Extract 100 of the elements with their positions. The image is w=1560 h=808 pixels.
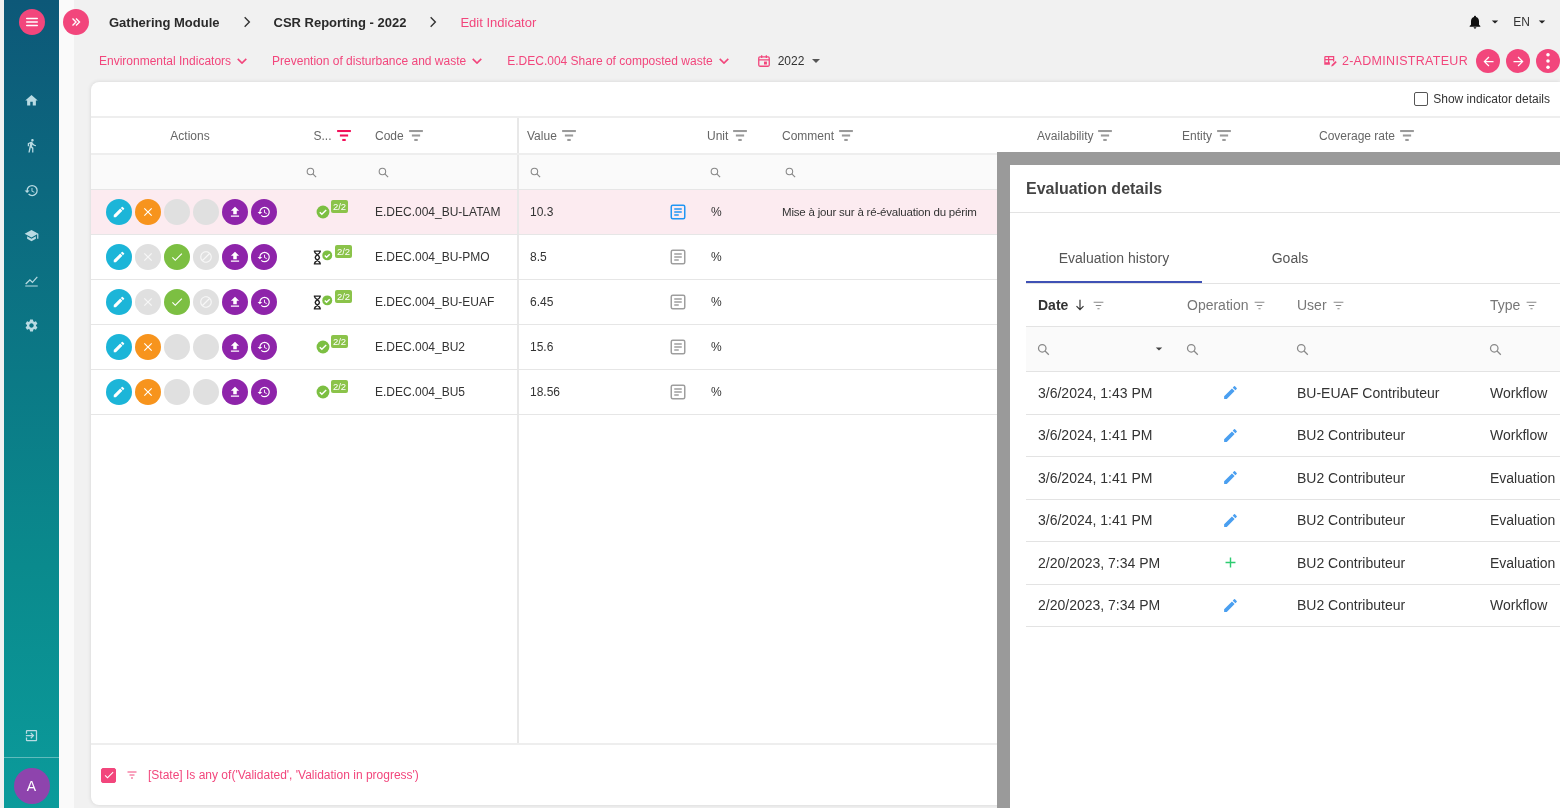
history-button[interactable] [251, 199, 277, 225]
history-button[interactable] [251, 244, 277, 270]
history-button[interactable] [251, 379, 277, 405]
home-icon[interactable] [24, 93, 39, 108]
filter-dropdown[interactable]: E.DEC.004 Share of composted waste [507, 54, 729, 68]
caret-icon[interactable] [1538, 18, 1546, 26]
note-icon[interactable] [669, 203, 687, 221]
pencil-icon [1221, 384, 1239, 402]
note-icon[interactable] [669, 293, 687, 311]
edit-button[interactable] [106, 289, 132, 315]
filter-icon[interactable] [336, 130, 351, 141]
column-header[interactable]: Comment [782, 128, 834, 143]
edit-button[interactable] [106, 244, 132, 270]
checkbox-label[interactable]: Show indicator details [1433, 92, 1550, 106]
edit-button[interactable] [106, 199, 132, 225]
note-icon[interactable] [669, 338, 687, 356]
role-button[interactable]: 2-ADMINISTRATEUR [1322, 53, 1468, 69]
breadcrumb-link[interactable]: CSR Reporting - 2022 [273, 14, 407, 30]
table-cell: % [711, 385, 722, 399]
table-cell: BU2 Contributeur [1297, 554, 1406, 571]
search-icon [377, 165, 390, 179]
reject-button[interactable] [135, 199, 161, 225]
column-header[interactable]: User [1297, 297, 1327, 313]
tab[interactable]: Goals [1202, 235, 1378, 283]
language-selector[interactable]: EN [1513, 15, 1530, 29]
column-header[interactable]: Actions [170, 128, 210, 143]
chevron-down-icon [237, 58, 248, 64]
history-button[interactable] [251, 334, 277, 360]
reject-button[interactable] [135, 379, 161, 405]
upload-button[interactable] [222, 379, 248, 405]
note-icon[interactable] [669, 248, 687, 266]
upload-icon [228, 340, 242, 354]
close-icon [141, 205, 155, 219]
column-header[interactable]: Type [1490, 297, 1521, 313]
column-header[interactable]: Unit [707, 128, 729, 143]
table-cell: Evaluation [1490, 469, 1556, 486]
more-button[interactable] [1536, 49, 1560, 73]
column-header[interactable]: Value [527, 128, 557, 143]
history-button[interactable] [251, 289, 277, 315]
table-cell: Workflow [1490, 384, 1548, 401]
table-cell: % [711, 340, 722, 354]
checkbox[interactable] [1414, 92, 1429, 106]
table-edit-icon [1322, 53, 1338, 69]
history-icon [257, 295, 271, 309]
note-icon[interactable] [669, 383, 687, 401]
next-button[interactable] [1506, 49, 1530, 73]
filter-icon[interactable] [1098, 130, 1113, 141]
settings-icon[interactable] [24, 318, 39, 333]
chevron-down-icon [718, 58, 729, 64]
filter-icon[interactable] [1400, 130, 1415, 141]
upload-button[interactable] [222, 244, 248, 270]
pencil-icon [1221, 426, 1239, 444]
tab[interactable]: Evaluation history [1026, 235, 1202, 283]
filter-icon[interactable] [408, 130, 423, 141]
table-cell: Workflow [1490, 597, 1548, 614]
filter-icon[interactable] [561, 130, 576, 141]
search-icon [1036, 341, 1051, 357]
validate-button[interactable] [164, 289, 190, 315]
graduation-cap-icon[interactable] [24, 228, 39, 243]
reject-button[interactable] [135, 334, 161, 360]
caret-icon[interactable] [1155, 345, 1163, 353]
filter-icon[interactable] [839, 130, 853, 141]
column-header[interactable]: Date [1038, 297, 1069, 313]
avatar[interactable]: A [13, 768, 50, 804]
column-header[interactable]: Code [375, 128, 404, 143]
caret-icon[interactable] [1491, 18, 1500, 26]
upload-button[interactable] [222, 334, 248, 360]
filter-dropdown[interactable]: Environmental Indicators [99, 54, 248, 68]
checkbox[interactable] [101, 767, 116, 783]
history-icon[interactable] [24, 183, 39, 198]
breadcrumb-link[interactable]: Gathering Module [109, 14, 220, 30]
pencil-icon [112, 295, 126, 309]
filter-expression[interactable]: [State] Is any of('Validated', 'Validation in progress') [148, 768, 419, 782]
logout-icon[interactable] [24, 728, 39, 743]
double-chevron-icon [69, 15, 83, 29]
filter-dropdown[interactable]: Prevention of disturbance and waste [272, 54, 483, 68]
close-icon [141, 385, 155, 399]
year-dropdown[interactable]: 2022 [777, 54, 821, 68]
upload-button[interactable] [222, 289, 248, 315]
filter-icon[interactable] [1217, 130, 1231, 141]
history-icon [257, 385, 271, 399]
column-header[interactable]: Entity [1182, 128, 1212, 143]
expand-button[interactable] [63, 9, 89, 35]
column-header[interactable]: Coverage rate [1319, 128, 1396, 143]
validate-button[interactable] [164, 244, 190, 270]
menu-button[interactable] [18, 9, 45, 35]
edit-button[interactable] [106, 334, 132, 360]
more-vertical-icon [1546, 53, 1550, 69]
upload-button[interactable] [222, 199, 248, 225]
previous-button[interactable] [1476, 49, 1500, 73]
table-cell: 18.56 [530, 385, 561, 399]
calendar-icon [756, 54, 771, 68]
filter-icon[interactable] [733, 130, 748, 141]
table-cell: 15.6 [530, 340, 554, 354]
column-header[interactable]: S... [313, 128, 332, 143]
edit-button[interactable] [106, 379, 132, 405]
column-header[interactable]: Availability [1037, 128, 1094, 143]
column-header[interactable]: Operation [1187, 297, 1249, 313]
count-badge: 2/2 [334, 289, 353, 303]
count-badge: 2/2 [334, 244, 353, 258]
